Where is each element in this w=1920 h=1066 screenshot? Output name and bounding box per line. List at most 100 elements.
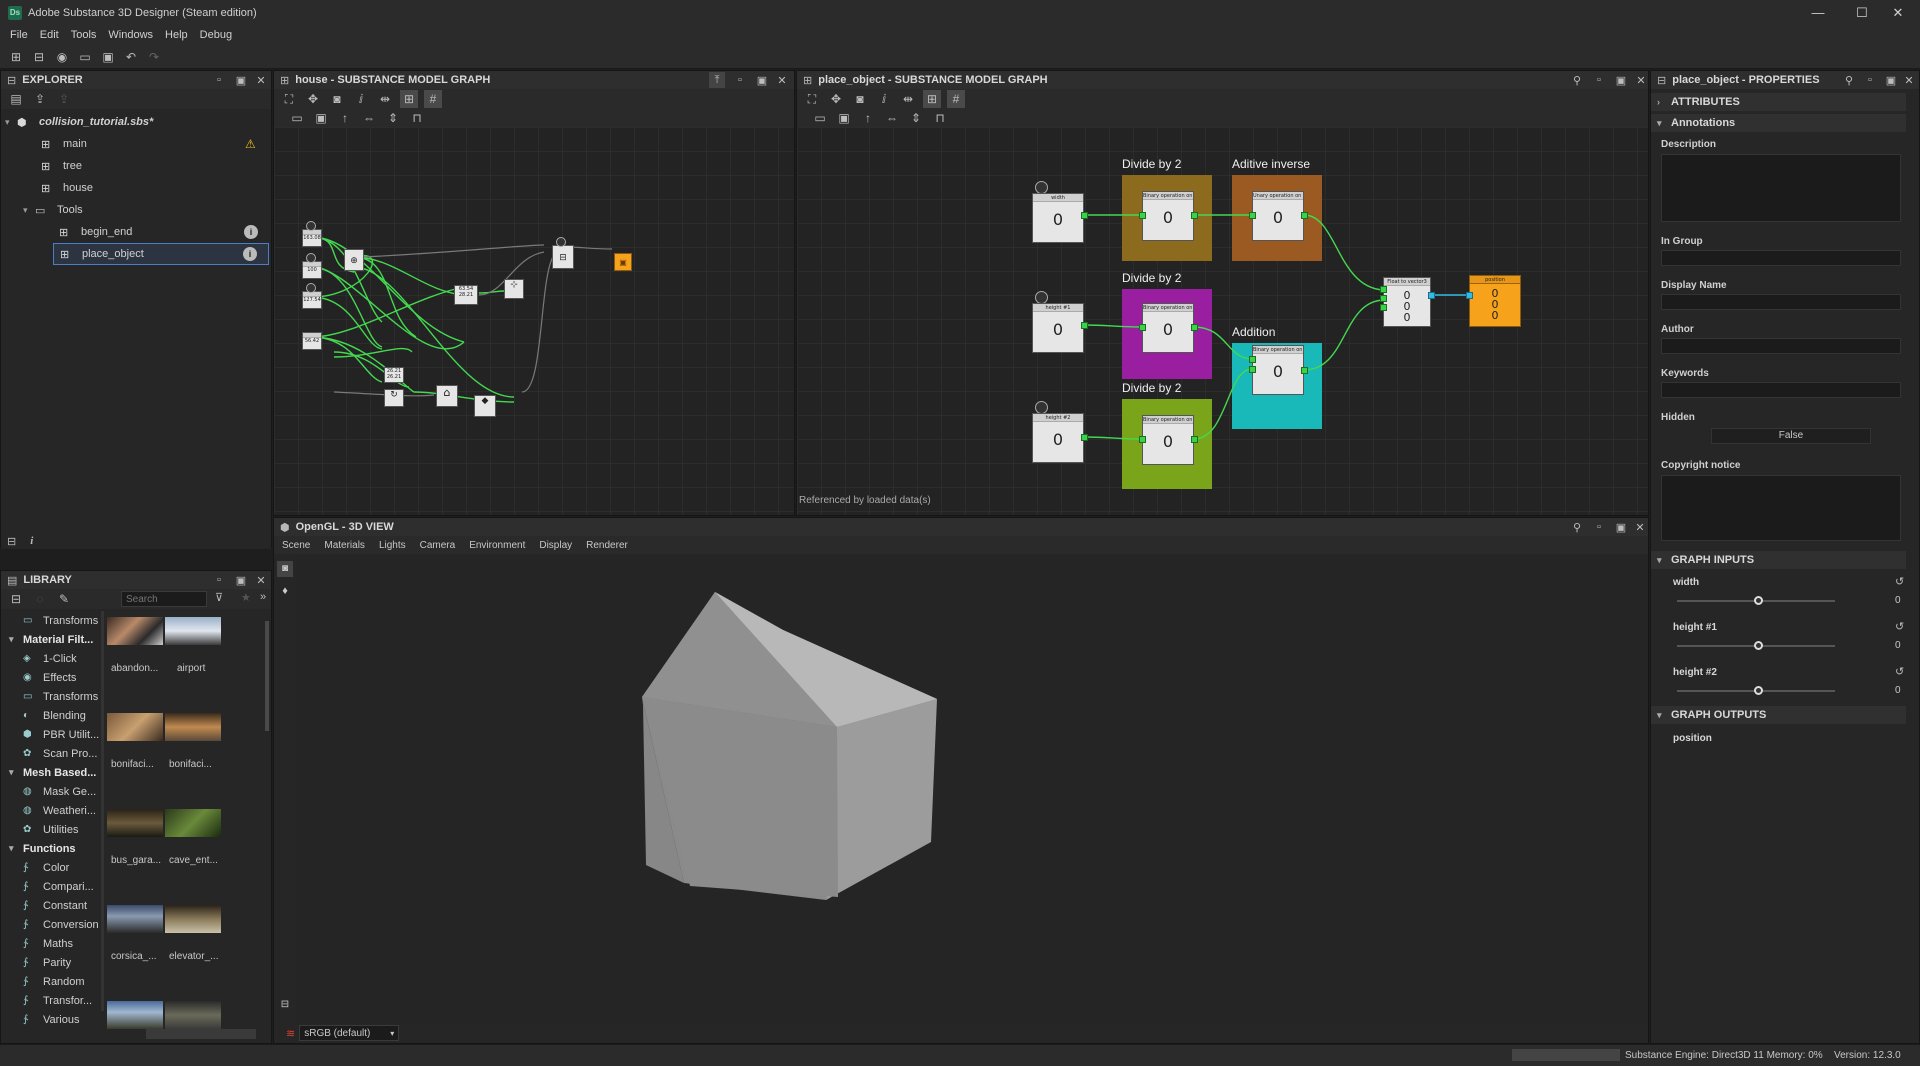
maximize-panel-icon[interactable]: ▣ <box>233 572 249 588</box>
maximize-panel-icon[interactable]: ▣ <box>1613 72 1629 88</box>
library-category-item[interactable]: ∱ Maths <box>1 934 101 953</box>
reset-icon[interactable]: ↺ <box>1895 620 1904 633</box>
place-graph-canvas[interactable]: Divide by 2 Aditive inverse Divide by 2 … <box>797 127 1648 515</box>
output-port[interactable] <box>1428 292 1435 299</box>
input-node-height1[interactable]: height #1 0 <box>1032 303 1084 353</box>
pin-icon[interactable]: ↑ <box>336 109 354 127</box>
save-package-icon[interactable]: ▤ <box>7 90 25 108</box>
align-icon[interactable]: ⇔ <box>360 109 378 127</box>
thumb-bonifacio-1[interactable] <box>107 713 163 741</box>
close-panel-icon[interactable]: ✕ <box>774 72 790 88</box>
graph-output-node[interactable]: ▣ <box>614 253 632 271</box>
close-panel-icon[interactable]: ✕ <box>1633 72 1649 88</box>
new-function-icon[interactable]: ⊟ <box>29 48 49 66</box>
info-icon[interactable]: i <box>244 225 258 239</box>
library-category-group[interactable]: ▾ Functions <box>1 839 101 858</box>
library-splitter[interactable] <box>101 611 104 1011</box>
frame-all-icon[interactable]: ⛶ <box>280 90 298 108</box>
transform-node[interactable]: 63.54 28.21 <box>454 285 478 305</box>
screenshot-icon[interactable]: ◙ <box>851 90 869 108</box>
library-category-group[interactable]: ▾ Mesh Based... <box>1 763 101 782</box>
maximize-panel-icon[interactable]: ▣ <box>233 72 249 88</box>
float-to-vector3-node[interactable]: Float to vector3 0 0 0 <box>1383 277 1431 327</box>
library-category-item[interactable]: ∱ Random <box>1 972 101 991</box>
description-field[interactable] <box>1661 154 1901 222</box>
menu-windows[interactable]: Windows <box>108 29 153 41</box>
frame-all-icon[interactable]: ⛶ <box>803 90 821 108</box>
float-panel-icon[interactable]: ▫ <box>1591 72 1607 88</box>
frame-icon[interactable]: ▣ <box>835 109 853 127</box>
library-tree-icon[interactable]: ⊟ <box>7 590 25 608</box>
copyright-field[interactable] <box>1661 475 1901 541</box>
distribute-icon[interactable]: ⇕ <box>384 109 402 127</box>
library-category-item[interactable]: ∱ Transfor... <box>1 991 101 1010</box>
reset-icon[interactable]: ↺ <box>1895 575 1904 588</box>
link-icon[interactable]: ⇹ <box>376 90 394 108</box>
input-node-height2[interactable]: height #2 0 <box>1032 413 1084 463</box>
menu-tools[interactable]: Tools <box>71 29 97 41</box>
maximize-panel-icon[interactable]: ▣ <box>1883 72 1899 88</box>
display-name-field[interactable] <box>1661 294 1901 310</box>
thumb-bus-garage[interactable] <box>107 809 163 837</box>
thumb-environment[interactable] <box>107 1001 163 1029</box>
pin-panel-icon[interactable]: ⤒ <box>709 72 725 88</box>
library-hscrollbar[interactable] <box>146 1029 256 1039</box>
package-row[interactable]: ▾ ⬢ collision_tutorial.sbs* <box>1 111 271 133</box>
library-category-item[interactable]: ∱ Various <box>1 1010 101 1029</box>
thumb-bonifacio-2[interactable] <box>165 713 221 741</box>
expand-icon[interactable]: ▾ <box>9 767 23 778</box>
menu-display[interactable]: Display <box>539 540 572 551</box>
float-panel-icon[interactable]: ▫ <box>732 72 748 88</box>
expand-icon[interactable]: ▾ <box>9 634 23 645</box>
input-node[interactable]: 100 <box>302 261 322 279</box>
output-port[interactable] <box>1191 436 1198 443</box>
new-graph-icon[interactable]: ⊞ <box>6 48 26 66</box>
menu-renderer[interactable]: Renderer <box>586 540 628 551</box>
library-category-item[interactable]: ◍ Mask Ge... <box>1 782 101 801</box>
shape-node[interactable]: ⌂ <box>436 385 458 407</box>
input-port[interactable] <box>1139 212 1146 219</box>
menu-scene[interactable]: Scene <box>282 540 310 551</box>
input-node-width[interactable]: width 0 <box>1032 193 1084 243</box>
output-port[interactable] <box>1301 367 1308 374</box>
snap-icon[interactable]: ⊓ <box>408 109 426 127</box>
input-port[interactable] <box>1249 356 1256 363</box>
in-group-field[interactable] <box>1661 250 1901 266</box>
thumb-abandoned[interactable] <box>107 617 163 645</box>
divide-node-width[interactable]: Binary operation on float 0 <box>1142 191 1194 241</box>
publish-icon[interactable]: ⇪ <box>55 90 73 108</box>
input-port[interactable] <box>1139 324 1146 331</box>
layout-icon[interactable]: ⊞ <box>923 90 941 108</box>
tree-item-house[interactable]: ⊞ house <box>1 177 271 199</box>
comment-icon[interactable]: ▭ <box>288 109 306 127</box>
output-port[interactable] <box>1191 324 1198 331</box>
menu-debug[interactable]: Debug <box>200 29 232 41</box>
info-icon[interactable]: ⅈ <box>352 90 370 108</box>
reset-icon[interactable]: ↺ <box>1895 665 1904 678</box>
library-category-item[interactable]: ∱ Conversion <box>1 915 101 934</box>
grid-icon[interactable]: # <box>947 90 965 108</box>
new-package-icon[interactable]: ◉ <box>52 48 72 66</box>
menu-file[interactable]: File <box>10 29 28 41</box>
library-scrollbar[interactable] <box>265 621 269 731</box>
menu-environment[interactable]: Environment <box>469 540 525 551</box>
float-panel-icon[interactable]: ▫ <box>1862 72 1878 88</box>
input-port[interactable] <box>1466 292 1473 299</box>
house-graph-canvas[interactable]: 163.08 100 127.54 56.42 ⊕ 26.21 26.21 ↻ … <box>274 127 794 515</box>
pin-panel-icon[interactable]: ⚲ <box>1569 519 1585 535</box>
close-panel-icon[interactable]: ✕ <box>253 572 269 588</box>
author-field[interactable] <box>1661 338 1901 354</box>
divide-node-height1[interactable]: Binary operation on float 0 <box>1142 303 1194 353</box>
float-panel-icon[interactable]: ▫ <box>211 572 227 588</box>
tree-view-icon[interactable]: ⊟ <box>7 535 16 548</box>
open-folder-icon[interactable]: ▭ <box>75 48 95 66</box>
thumb-corsica[interactable] <box>107 905 163 933</box>
addition-node[interactable]: Binary operation on float 0 <box>1252 345 1304 395</box>
close-panel-icon[interactable]: ✕ <box>253 72 269 88</box>
menu-lights[interactable]: Lights <box>379 540 406 551</box>
library-category-item[interactable]: ◐ Blending <box>1 706 101 725</box>
library-edit-icon[interactable]: ✎ <box>55 590 73 608</box>
input-node[interactable]: 127.54 <box>302 291 322 309</box>
menu-camera[interactable]: Camera <box>420 540 456 551</box>
library-category-item[interactable]: ∱ Parity <box>1 953 101 972</box>
